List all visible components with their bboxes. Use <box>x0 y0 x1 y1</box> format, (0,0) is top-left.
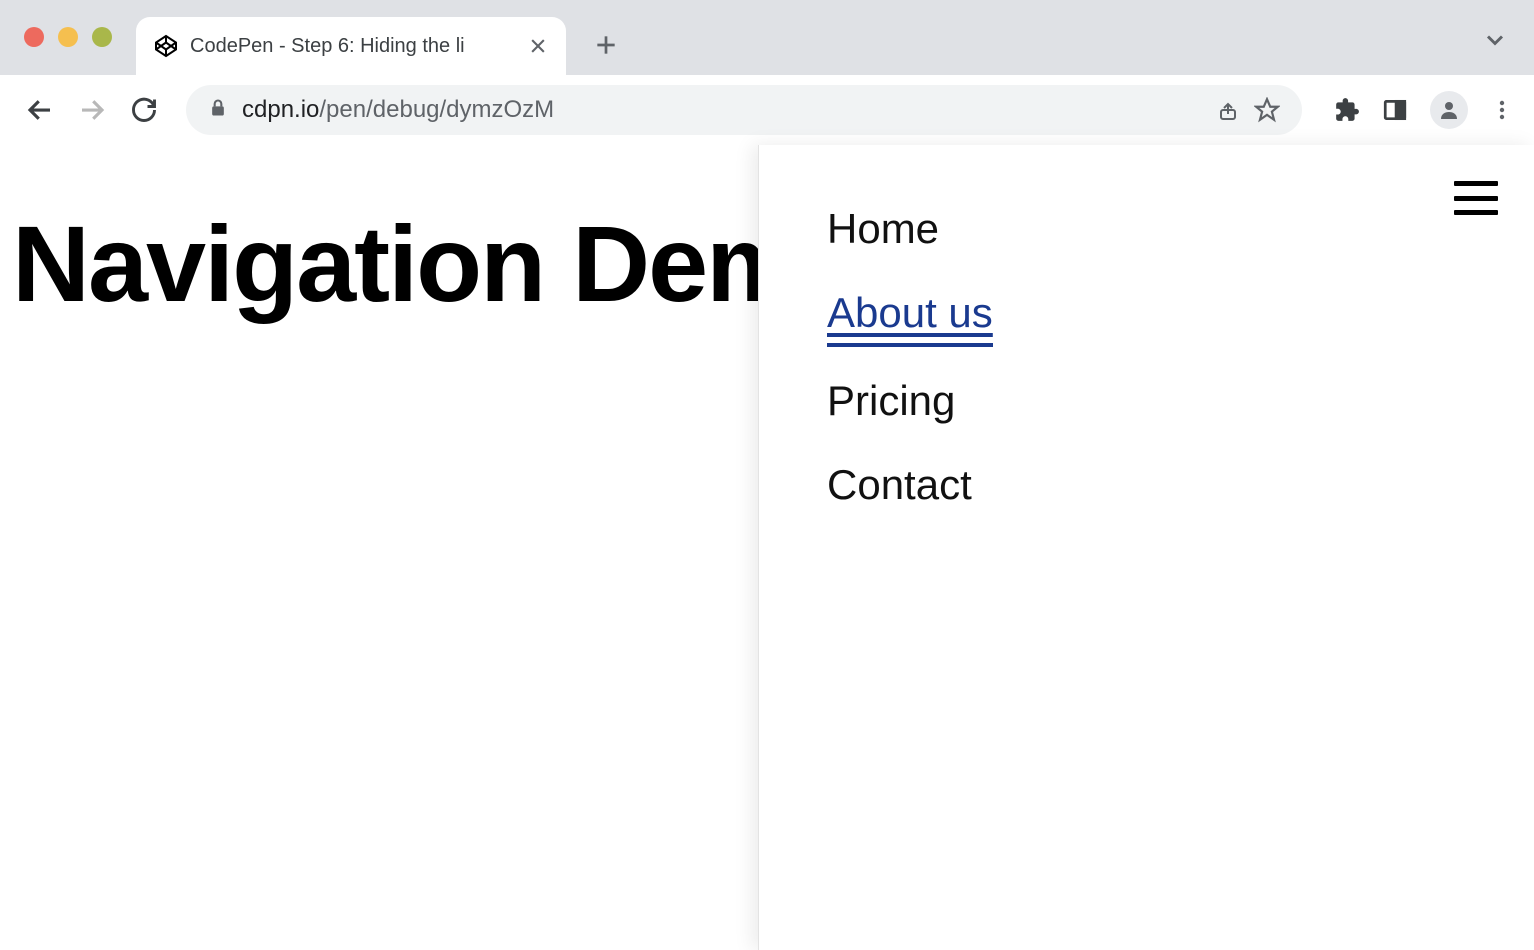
close-icon[interactable] <box>528 36 548 56</box>
window-minimize-button[interactable] <box>58 27 78 47</box>
nav-panel: Home About us Pricing Contact <box>758 145 1534 950</box>
share-icon[interactable] <box>1216 98 1240 122</box>
toolbar-right <box>1334 91 1514 129</box>
page-content: Navigation Demo Home About us Pricing Co… <box>0 145 1534 950</box>
back-button[interactable] <box>20 90 60 130</box>
new-tab-button[interactable] <box>586 25 626 65</box>
nav-item-contact[interactable]: Contact <box>827 461 972 515</box>
tab-title: CodePen - Step 6: Hiding the li <box>190 35 516 58</box>
address-bar[interactable]: cdpn.io/pen/debug/dymzOzM <box>186 85 1302 135</box>
menu-icon[interactable] <box>1490 98 1514 122</box>
bookmark-icon[interactable] <box>1254 97 1280 123</box>
hamburger-icon[interactable] <box>1454 181 1498 215</box>
forward-button[interactable] <box>72 90 112 130</box>
window-maximize-button[interactable] <box>92 27 112 47</box>
window-close-button[interactable] <box>24 27 44 47</box>
tabs-dropdown-button[interactable] <box>1480 25 1510 55</box>
browser-tab[interactable]: CodePen - Step 6: Hiding the li <box>136 17 566 75</box>
lock-icon <box>208 98 228 123</box>
url-path: /pen/debug/dymzOzM <box>319 96 554 123</box>
url-text: cdpn.io/pen/debug/dymzOzM <box>242 96 1202 124</box>
browser-toolbar: cdpn.io/pen/debug/dymzOzM <box>0 75 1534 145</box>
side-panel-icon[interactable] <box>1382 97 1408 123</box>
nav-item-home[interactable]: Home <box>827 205 939 259</box>
tab-strip: CodePen - Step 6: Hiding the li <box>0 0 1534 75</box>
nav-item-pricing[interactable]: Pricing <box>827 377 955 431</box>
reload-button[interactable] <box>124 90 164 130</box>
nav-list: Home About us Pricing Contact <box>827 205 1466 515</box>
profile-avatar[interactable] <box>1430 91 1468 129</box>
extensions-icon[interactable] <box>1334 97 1360 123</box>
url-domain: cdpn.io <box>242 96 319 123</box>
codepen-icon <box>154 34 178 58</box>
browser-chrome: CodePen - Step 6: Hiding the li <box>0 0 1534 145</box>
nav-item-about[interactable]: About us <box>827 289 993 347</box>
window-controls <box>24 27 112 47</box>
